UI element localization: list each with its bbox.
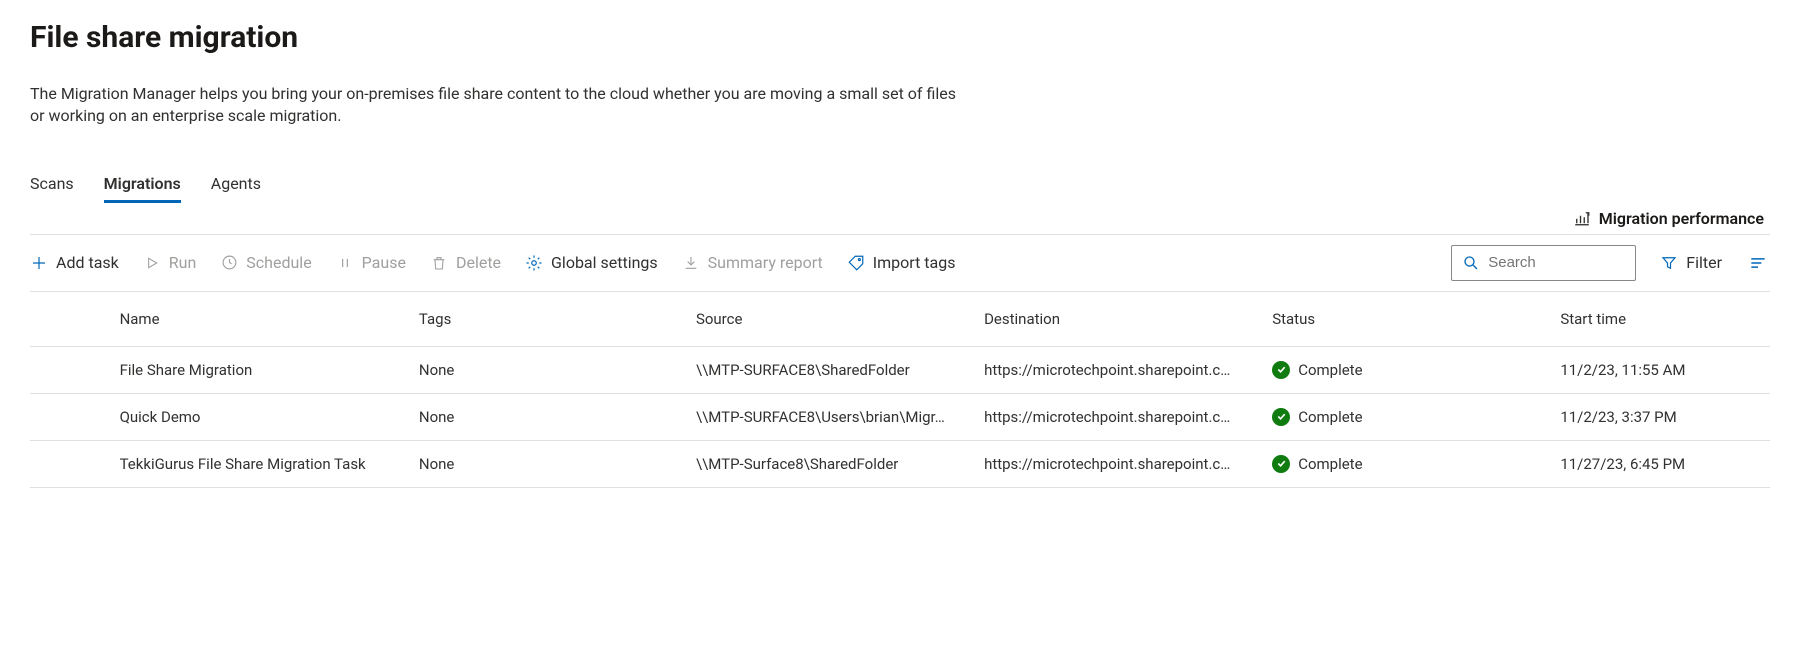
search-input[interactable]: [1488, 254, 1625, 271]
schedule-button: Schedule: [220, 253, 311, 272]
table-row[interactable]: File Share Migration None \\MTP-SURFACE8…: [30, 346, 1770, 393]
cell-source: \\MTP-SURFACE8\SharedFolder: [684, 346, 972, 393]
cell-source: \\MTP-SURFACE8\Users\brian\Migr…: [684, 393, 972, 440]
cell-destination: https://microtechpoint.sharepoint.c…: [972, 393, 1260, 440]
gear-icon: [525, 254, 543, 272]
filter-button[interactable]: Filter: [1660, 253, 1722, 272]
delete-label: Delete: [456, 253, 501, 272]
check-circle-icon: [1272, 408, 1290, 426]
search-icon: [1462, 254, 1480, 272]
cell-tags: None: [407, 440, 684, 487]
play-icon: [143, 254, 161, 272]
migration-performance-link[interactable]: Migration performance: [1573, 209, 1764, 228]
filter-icon: [1660, 254, 1678, 272]
run-label: Run: [169, 253, 197, 272]
import-tags-button[interactable]: Import tags: [847, 253, 956, 272]
delete-button: Delete: [430, 253, 501, 272]
summary-report-label: Summary report: [708, 253, 823, 272]
col-header-destination[interactable]: Destination: [972, 292, 1260, 347]
cell-start-time: 11/2/23, 3:37 PM: [1548, 393, 1770, 440]
col-header-status[interactable]: Status: [1260, 292, 1548, 347]
global-settings-label: Global settings: [551, 253, 658, 272]
cell-start-time: 11/27/23, 6:45 PM: [1548, 440, 1770, 487]
tab-migrations[interactable]: Migrations: [104, 174, 181, 203]
cell-name: Quick Demo: [108, 393, 407, 440]
plus-icon: [30, 254, 48, 272]
check-circle-icon: [1272, 455, 1290, 473]
table-header-row: Name Tags Source Destination Status Star…: [30, 292, 1770, 347]
cell-status: Complete: [1260, 440, 1548, 487]
cell-tags: None: [407, 346, 684, 393]
add-task-label: Add task: [56, 253, 119, 272]
download-icon: [682, 254, 700, 272]
col-header-name[interactable]: Name: [108, 292, 407, 347]
cell-source: \\MTP-Surface8\SharedFolder: [684, 440, 972, 487]
col-header-tags[interactable]: Tags: [407, 292, 684, 347]
more-button[interactable]: [1746, 251, 1770, 275]
migration-performance-label: Migration performance: [1599, 209, 1764, 228]
table-row[interactable]: Quick Demo None \\MTP-SURFACE8\Users\bri…: [30, 393, 1770, 440]
clock-icon: [220, 254, 238, 272]
trash-icon: [430, 254, 448, 272]
import-tags-label: Import tags: [873, 253, 956, 272]
cell-destination: https://microtechpoint.sharepoint.c…: [972, 440, 1260, 487]
chart-icon: [1573, 209, 1591, 227]
cell-status: Complete: [1260, 346, 1548, 393]
cell-destination: https://microtechpoint.sharepoint.c…: [972, 346, 1260, 393]
pause-icon: [336, 254, 354, 272]
tab-agents[interactable]: Agents: [211, 174, 261, 203]
pause-button: Pause: [336, 253, 406, 272]
pause-label: Pause: [362, 253, 406, 272]
table-row[interactable]: TekkiGurus File Share Migration Task Non…: [30, 440, 1770, 487]
migrations-table: Name Tags Source Destination Status Star…: [30, 292, 1770, 488]
run-button: Run: [143, 253, 197, 272]
toolbar: Add task Run Schedule Pause Delete: [30, 235, 1770, 292]
add-task-button[interactable]: Add task: [30, 253, 119, 272]
tab-bar: Scans Migrations Agents: [30, 174, 1770, 203]
more-lines-icon: [1748, 253, 1768, 273]
summary-report-button: Summary report: [682, 253, 823, 272]
cell-status: Complete: [1260, 393, 1548, 440]
page-title: File share migration: [30, 20, 1770, 55]
cell-name: File Share Migration: [108, 346, 407, 393]
cell-name: TekkiGurus File Share Migration Task: [108, 440, 407, 487]
filter-label: Filter: [1686, 253, 1722, 272]
col-header-source[interactable]: Source: [684, 292, 972, 347]
page-description: The Migration Manager helps you bring yo…: [30, 83, 970, 128]
cell-start-time: 11/2/23, 11:55 AM: [1548, 346, 1770, 393]
cell-tags: None: [407, 393, 684, 440]
col-header-start-time[interactable]: Start time: [1548, 292, 1770, 347]
check-circle-icon: [1272, 361, 1290, 379]
search-box[interactable]: [1451, 245, 1636, 281]
schedule-label: Schedule: [246, 253, 311, 272]
tag-icon: [847, 254, 865, 272]
tab-scans[interactable]: Scans: [30, 174, 74, 203]
global-settings-button[interactable]: Global settings: [525, 253, 658, 272]
